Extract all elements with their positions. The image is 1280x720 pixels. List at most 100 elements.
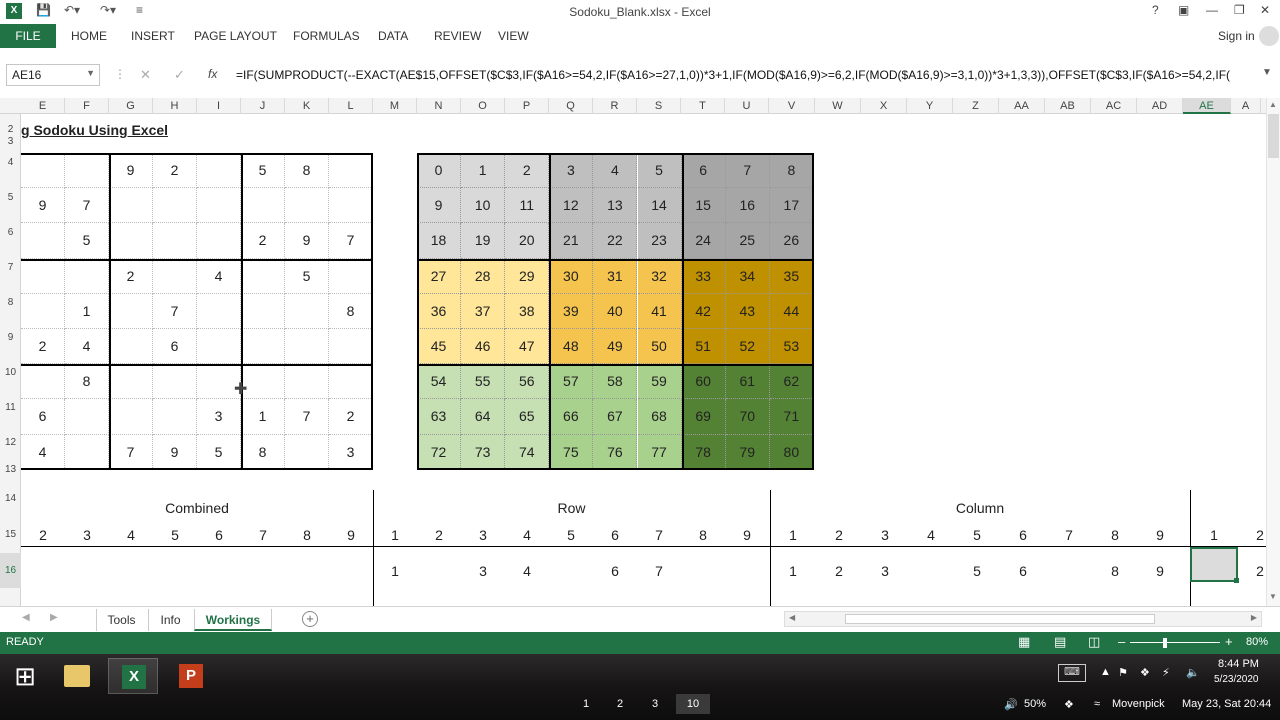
row-header[interactable]: 12 <box>0 426 21 460</box>
row-header[interactable]: 15 <box>0 517 21 552</box>
extra-cell[interactable]: 2 <box>1238 518 1266 553</box>
flag-icon[interactable]: ⚑ <box>1118 666 1128 679</box>
row-cell[interactable]: 1 <box>373 554 417 589</box>
column-header[interactable]: R <box>593 98 637 114</box>
column-cell[interactable]: 1 <box>770 518 816 553</box>
insert-function-icon[interactable]: fx <box>208 67 217 81</box>
row-cell[interactable]: 6 <box>593 554 637 589</box>
normal-view-icon[interactable]: ▦ <box>1018 634 1030 650</box>
column-header[interactable]: T <box>681 98 725 114</box>
column-header[interactable]: J <box>241 98 285 114</box>
column-cell[interactable]: 3 <box>862 554 908 589</box>
column-header[interactable]: U <box>725 98 769 114</box>
clock-time[interactable]: 8:44 PM <box>1218 658 1259 670</box>
scroll-tabs-left-icon[interactable]: ◀ <box>22 612 30 623</box>
column-header[interactable]: P <box>505 98 549 114</box>
row-cell[interactable]: 4 <box>505 518 549 553</box>
column-cell[interactable]: 9 <box>1138 554 1182 589</box>
column-cell[interactable]: 5 <box>954 518 1000 553</box>
desktop-1[interactable]: 1 <box>583 698 589 710</box>
column-header[interactable]: G <box>109 98 153 114</box>
column-cell[interactable]: 3 <box>862 518 908 553</box>
row-header[interactable]: 6 <box>0 216 21 250</box>
tab-data[interactable]: DATA <box>378 29 408 43</box>
excel-taskbar-icon[interactable]: X <box>108 658 158 694</box>
row-cell[interactable]: 7 <box>637 518 681 553</box>
column-cell[interactable]: 8 <box>1092 518 1138 553</box>
keyboard-icon[interactable]: ⌨ <box>1058 664 1086 682</box>
tab-review[interactable]: REVIEW <box>434 29 481 43</box>
column-header[interactable]: Y <box>907 98 953 114</box>
row-cell[interactable]: 2 <box>417 518 461 553</box>
column-header[interactable]: S <box>637 98 681 114</box>
add-sheet-icon[interactable]: + <box>302 611 318 627</box>
column-header[interactable]: K <box>285 98 329 114</box>
column-header[interactable]: O <box>461 98 505 114</box>
column-cell[interactable]: 9 <box>1138 518 1182 553</box>
row-header[interactable]: 14 <box>0 482 21 516</box>
row-header[interactable]: 7 <box>0 251 21 285</box>
page-layout-view-icon[interactable]: ▤ <box>1054 634 1066 650</box>
sheet-tab-workings[interactable]: Workings <box>194 609 272 631</box>
tab-insert[interactable]: INSERT <box>131 29 175 43</box>
row-cell[interactable]: 4 <box>505 554 549 589</box>
sheet-tab-info[interactable]: Info <box>148 609 192 631</box>
row-cell[interactable] <box>725 554 769 589</box>
row-header[interactable]: 8 <box>0 286 21 320</box>
show-hidden-icons-icon[interactable]: ▲ <box>1100 666 1111 678</box>
cancel-icon[interactable]: ✕ <box>140 67 151 83</box>
combined-cell[interactable]: 6 <box>197 518 241 553</box>
column-cell[interactable]: 2 <box>816 518 862 553</box>
desktop-2[interactable]: 2 <box>617 698 623 710</box>
column-header[interactable]: E <box>21 98 65 114</box>
sign-in-link[interactable]: Sign in <box>1218 29 1255 43</box>
column-cell[interactable] <box>1046 554 1092 589</box>
selected-cell[interactable] <box>1190 547 1238 582</box>
tab-page-layout[interactable]: PAGE LAYOUT <box>194 29 277 43</box>
powerpoint-taskbar-icon[interactable]: P <box>166 658 216 694</box>
combined-cell[interactable]: 4 <box>109 518 153 553</box>
column-header[interactable]: N <box>417 98 461 114</box>
row-header[interactable]: 4 <box>0 146 21 180</box>
column-cell[interactable]: 6 <box>1000 518 1046 553</box>
column-header[interactable]: L <box>329 98 373 114</box>
fill-handle[interactable] <box>1234 578 1239 583</box>
wifi-icon[interactable]: ≈ <box>1094 698 1100 710</box>
row-cell[interactable]: 7 <box>637 554 681 589</box>
scroll-right-icon[interactable]: ▶ <box>1251 613 1257 622</box>
column-cell[interactable] <box>908 554 954 589</box>
column-header[interactable]: W <box>815 98 861 114</box>
column-header[interactable]: Z <box>953 98 999 114</box>
row-cell[interactable]: 3 <box>461 554 505 589</box>
combined-cell[interactable]: 3 <box>65 518 109 553</box>
row-header[interactable]: 2 <box>0 123 21 137</box>
zoom-in-icon[interactable]: + <box>1225 634 1233 649</box>
tab-formulas[interactable]: FORMULAS <box>293 29 360 43</box>
zoom-out-icon[interactable]: – <box>1118 634 1125 649</box>
ribbon-display-options-icon[interactable]: ▣ <box>1178 3 1189 17</box>
sheet-tab-tools[interactable]: Tools <box>96 609 146 631</box>
desktop-10[interactable]: 10 <box>676 694 710 714</box>
combined-cell[interactable]: 8 <box>285 518 329 553</box>
column-header[interactable]: X <box>861 98 907 114</box>
column-cell[interactable]: 7 <box>1046 518 1092 553</box>
scroll-thumb[interactable] <box>845 614 1155 624</box>
row-header[interactable]: 13 <box>0 458 21 482</box>
column-header[interactable]: AA <box>999 98 1045 114</box>
scroll-up-icon[interactable]: ▲ <box>1269 100 1277 109</box>
tab-view[interactable]: VIEW <box>498 29 529 43</box>
file-explorer-icon[interactable] <box>52 658 102 694</box>
row-header[interactable]: 9 <box>0 321 21 355</box>
row-header[interactable]: 5 <box>0 181 21 215</box>
zoom-slider[interactable] <box>1130 642 1220 643</box>
name-box[interactable]: AE16 ▼ <box>6 64 100 86</box>
row-cell[interactable] <box>549 554 593 589</box>
help-icon[interactable]: ? <box>1152 3 1159 17</box>
tab-home[interactable]: HOME <box>71 29 107 43</box>
column-cell[interactable]: 6 <box>1000 554 1046 589</box>
scroll-tabs-right-icon[interactable]: ▶ <box>50 612 58 623</box>
worksheet-grid[interactable]: g Sodoku Using Excel 9258975297245178246… <box>21 114 1266 606</box>
formula-input[interactable]: =IF(SUMPRODUCT(--EXACT(AE$15,OFFSET($C$3… <box>236 68 1256 82</box>
combined-cell[interactable]: 9 <box>329 518 373 553</box>
row-cell[interactable] <box>417 554 461 589</box>
